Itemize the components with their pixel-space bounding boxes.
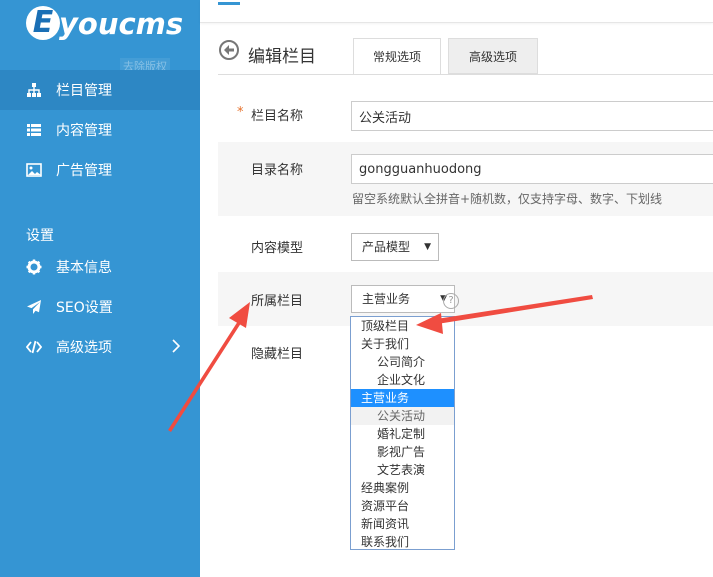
directory-name-input[interactable] — [351, 154, 713, 184]
parent-label: 所属栏目 — [251, 294, 304, 309]
dropdown-option[interactable]: 资源平台 — [351, 497, 454, 515]
form-row-parent: 所属栏目 主营业务 ▼ — [218, 272, 713, 326]
sidebar-item-label: 高级选项 — [56, 340, 112, 356]
dropdown-option[interactable]: 影视广告 — [351, 443, 454, 461]
model-label: 内容模型 — [251, 241, 304, 256]
help-icon[interactable]: ? — [443, 293, 459, 309]
sidebar-item-label: SEO设置 — [56, 300, 113, 316]
top-bar — [200, 0, 713, 23]
back-button[interactable] — [219, 40, 239, 60]
tab-general[interactable]: 常规选项 — [353, 38, 441, 75]
dropdown-option-current[interactable]: 公关活动 — [351, 407, 454, 425]
logo-letter: E — [32, 5, 54, 40]
form-row-hidden: 隐藏栏目 — [218, 326, 713, 376]
sidebar-item-label: 基本信息 — [56, 260, 112, 276]
dropdown-option[interactable]: 公司简介 — [351, 353, 454, 371]
sidebar-item-advanced[interactable]: 高级选项 — [0, 327, 200, 367]
form-row-name: * 栏目名称 — [218, 88, 713, 142]
dropdown-option[interactable]: 经典案例 — [351, 479, 454, 497]
paper-plane-icon — [26, 299, 42, 315]
sitemap-icon — [26, 82, 42, 98]
content-model-select[interactable]: 产品模型 ▼ — [351, 233, 439, 261]
dir-hint: 留空系统默认全拼音+随机数，仅支持字母、数字、下划线 — [352, 192, 663, 206]
form-row-model: 内容模型 产品模型 ▼ — [218, 216, 713, 272]
required-mark: * — [237, 105, 244, 120]
arrow-left-icon — [224, 45, 234, 55]
caret-down-icon: ▼ — [424, 242, 431, 252]
content-model-value: 产品模型 — [362, 240, 411, 254]
sidebar-item-label: 栏目管理 — [56, 83, 112, 99]
sidebar-item-label: 内容管理 — [56, 123, 112, 139]
dropdown-option[interactable]: 关于我们 — [351, 335, 454, 353]
form-row-dir: 目录名称 留空系统默认全拼音+随机数，仅支持字母、数字、下划线 — [218, 142, 713, 216]
sidebar-item-ads[interactable]: 广告管理 — [0, 150, 200, 190]
dropdown-option[interactable]: 文艺表演 — [351, 461, 454, 479]
dropdown-option[interactable]: 联系我们 — [351, 533, 454, 551]
dropdown-option[interactable]: 顶级栏目 — [351, 317, 454, 335]
gear-icon — [26, 259, 42, 275]
image-icon — [26, 162, 42, 178]
dropdown-option[interactable]: 新闻资讯 — [351, 515, 454, 533]
sidebar-item-seo[interactable]: SEO设置 — [0, 287, 200, 327]
parent-category-dropdown[interactable]: 顶级栏目 关于我们 公司简介 企业文化 主营业务 公关活动 婚礼定制 影视广告 … — [350, 316, 455, 550]
main-panel: 编辑栏目 常规选项 高级选项 * 栏目名称 目录名称 留空系统默认全拼音+随机数… — [200, 0, 713, 577]
settings-heading: 设置 — [26, 228, 54, 244]
sidebar-item-content[interactable]: 内容管理 — [0, 110, 200, 150]
dropdown-option-selected[interactable]: 主营业务 — [351, 389, 454, 407]
logo-circle: E — [26, 6, 60, 40]
list-icon — [26, 122, 42, 138]
top-bar-accent — [218, 2, 240, 5]
code-icon — [25, 339, 43, 355]
sidebar-item-label: 广告管理 — [56, 163, 112, 179]
parent-category-value: 主营业务 — [362, 292, 411, 306]
page-title: 编辑栏目 — [248, 47, 316, 67]
name-label: 栏目名称 — [251, 109, 304, 124]
sidebar: E youcms 去除版权 栏目管理 内容管理 广告管理 设置 基本信息 SEO… — [0, 0, 200, 577]
tab-divider — [218, 74, 713, 75]
parent-category-select[interactable]: 主营业务 ▼ — [351, 285, 455, 313]
dir-label: 目录名称 — [251, 163, 304, 178]
category-name-input[interactable] — [351, 101, 713, 131]
sidebar-item-category[interactable]: 栏目管理 — [0, 70, 200, 110]
chevron-right-icon — [172, 339, 181, 357]
dropdown-option[interactable]: 企业文化 — [351, 371, 454, 389]
dropdown-option[interactable]: 婚礼定制 — [351, 425, 454, 443]
tab-advanced[interactable]: 高级选项 — [448, 38, 538, 74]
hidden-label: 隐藏栏目 — [251, 347, 304, 362]
logo[interactable]: E youcms — [26, 4, 196, 48]
logo-text: youcms — [59, 7, 184, 41]
sidebar-item-basic-info[interactable]: 基本信息 — [0, 247, 200, 287]
